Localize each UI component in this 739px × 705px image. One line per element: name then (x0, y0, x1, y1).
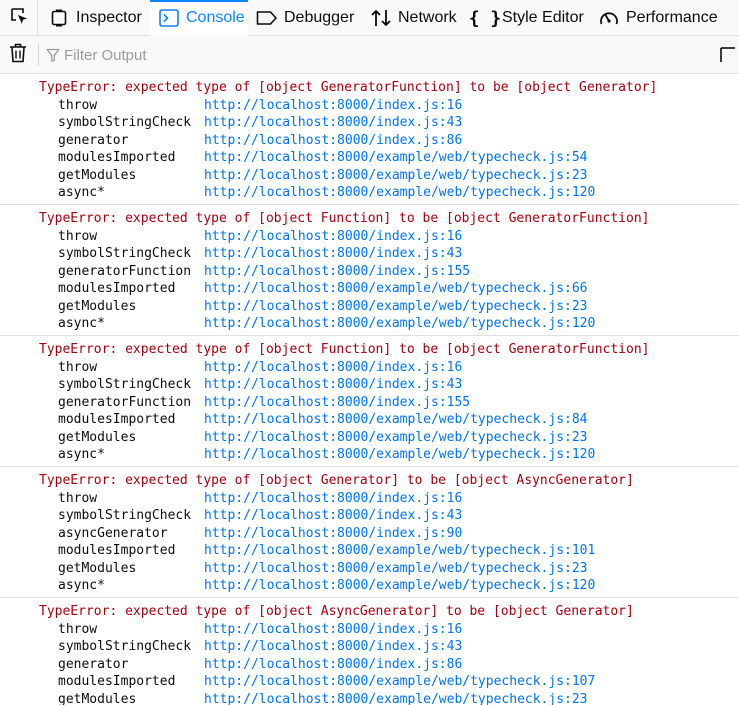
tab-label: Network (398, 9, 457, 26)
stack-frame-source-link[interactable]: http://localhost:8000/example/web/typech… (204, 446, 595, 464)
filter-output-input[interactable] (64, 46, 644, 64)
toolbar-divider (38, 44, 39, 66)
stack-frame-source-link[interactable]: http://localhost:8000/index.js:155 (204, 263, 470, 281)
network-icon (370, 7, 392, 29)
tab-label: Inspector (76, 9, 142, 26)
performance-icon (598, 7, 620, 29)
stack-frame-function: modulesImported (58, 674, 176, 689)
stack-frame-function: throw (58, 621, 98, 637)
tab-console[interactable]: Console (150, 0, 248, 36)
error-message-text: TypeError: expected type of [object Gene… (39, 473, 634, 488)
stack-frame-function: symbolStringCheck (58, 246, 192, 261)
stack-frame-function: symbolStringCheck (58, 115, 192, 130)
stack-frame-function: generator (58, 656, 129, 672)
stack-frame-source-link[interactable]: http://localhost:8000/example/web/typech… (204, 673, 595, 691)
stack-frame-source-link[interactable]: http://localhost:8000/example/web/typech… (204, 577, 595, 595)
stack-frame-function: modulesImported (58, 412, 176, 427)
stack-frame-function: symbolStringCheck (58, 377, 192, 392)
stack-frame-function: getModules (58, 167, 137, 183)
stack-frame-source-link[interactable]: http://localhost:8000/example/web/typech… (204, 315, 595, 333)
stack-frame-source-link[interactable]: http://localhost:8000/index.js:16 (204, 359, 462, 377)
stack-frame-function: async* (58, 316, 105, 331)
error-message-text: TypeError: expected type of [object Func… (39, 342, 650, 357)
stack-frame-function: getModules (58, 298, 137, 314)
stack-frame-source-link[interactable]: http://localhost:8000/example/web/typech… (204, 298, 588, 316)
stack-frame-function: modulesImported (58, 150, 176, 165)
stack-frame-function: async* (58, 185, 105, 200)
stack-frame-source-link[interactable]: http://localhost:8000/example/web/typech… (204, 542, 595, 560)
clear-console-button[interactable] (6, 43, 30, 67)
tab-performance[interactable]: Performance (598, 0, 718, 36)
stack-frame-source-link[interactable]: http://localhost:8000/index.js:43 (204, 638, 462, 656)
tab-label: Debugger (284, 9, 355, 26)
devtools-toolbar: Inspector Console Debugger Network { } S… (0, 0, 739, 36)
element-picker-button[interactable] (0, 0, 38, 36)
stack-frame-function: symbolStringCheck (58, 639, 192, 654)
stack-frame-function: generatorFunction (58, 394, 192, 410)
stack-frame-source-link[interactable]: http://localhost:8000/index.js:16 (204, 490, 462, 508)
stack-frame-function: generatorFunction (58, 263, 192, 279)
stack-frame-function: throw (58, 359, 98, 375)
console-error-message: TypeError: expected type of [object Func… (0, 205, 739, 336)
stack-frame-source-link[interactable]: http://localhost:8000/example/web/typech… (204, 691, 588, 705)
stack-frame-source-link[interactable]: http://localhost:8000/example/web/typech… (204, 560, 588, 578)
stack-frame-source-link[interactable]: http://localhost:8000/index.js:90 (204, 525, 462, 543)
stack-frame-source-link[interactable]: http://localhost:8000/index.js:86 (204, 656, 462, 674)
stack-frame-function: async* (58, 578, 105, 593)
stack-frame-function: asyncGenerator (58, 525, 168, 541)
stack-frame-function: modulesImported (58, 281, 176, 296)
stack-frame-function: async* (58, 447, 105, 462)
stack-frame-source-link[interactable]: http://localhost:8000/example/web/typech… (204, 280, 588, 298)
console-error-message: TypeError: expected type of [object Func… (0, 336, 739, 467)
inspector-icon (48, 7, 70, 29)
trash-icon (9, 43, 27, 68)
stack-frame-function: modulesImported (58, 543, 176, 558)
stack-frame-function: getModules (58, 429, 137, 445)
stack-frame-source-link[interactable]: http://localhost:8000/example/web/typech… (204, 167, 588, 185)
tab-label: Style Editor (502, 9, 584, 26)
error-message-text: TypeError: expected type of [object Gene… (39, 80, 658, 95)
stack-frame-function: getModules (58, 691, 137, 705)
tab-label: Performance (626, 9, 718, 26)
stack-frame-source-link[interactable]: http://localhost:8000/example/web/typech… (204, 149, 588, 167)
stack-frame-function: throw (58, 228, 98, 244)
stack-frame-source-link[interactable]: http://localhost:8000/index.js:43 (204, 245, 462, 263)
console-error-message: TypeError: expected type of [object Gene… (0, 74, 739, 205)
stack-frame-function: generator (58, 132, 129, 148)
stack-frame-source-link[interactable]: http://localhost:8000/example/web/typech… (204, 429, 588, 447)
stack-frame-function: symbolStringCheck (58, 508, 192, 523)
console-error-message: TypeError: expected type of [object Asyn… (0, 598, 739, 705)
tab-network[interactable]: Network (370, 0, 457, 36)
tab-debugger[interactable]: Debugger (256, 0, 354, 36)
style-editor-icon: { } (468, 7, 502, 29)
stack-frame-function: throw (58, 97, 98, 113)
stack-frame-function: throw (58, 490, 98, 506)
stack-frame-source-link[interactable]: http://localhost:8000/index.js:43 (204, 114, 462, 132)
element-picker-icon (9, 6, 29, 31)
stack-frame-source-link[interactable]: http://localhost:8000/index.js:86 (204, 132, 462, 150)
tab-style-editor[interactable]: { } Style Editor (468, 0, 584, 36)
console-filter-bar (0, 36, 739, 74)
error-message-text: TypeError: expected type of [object Asyn… (39, 604, 634, 619)
stack-frame-source-link[interactable]: http://localhost:8000/index.js:16 (204, 228, 462, 246)
console-output: TypeError: expected type of [object Gene… (0, 74, 739, 705)
tab-inspector[interactable]: Inspector (48, 0, 142, 36)
filter-icon (46, 48, 60, 62)
tab-label: Console (186, 9, 245, 26)
console-error-message: TypeError: expected type of [object Gene… (0, 467, 739, 598)
stack-frame-source-link[interactable]: http://localhost:8000/index.js:16 (204, 97, 462, 115)
filter-field[interactable] (46, 43, 686, 67)
stack-frame-source-link[interactable]: http://localhost:8000/index.js:155 (204, 394, 470, 412)
stack-frame-function: getModules (58, 560, 137, 576)
stack-frame-source-link[interactable]: http://localhost:8000/example/web/typech… (204, 184, 595, 202)
stack-frame-source-link[interactable]: http://localhost:8000/index.js:43 (204, 376, 462, 394)
stack-frame-source-link[interactable]: http://localhost:8000/index.js:43 (204, 507, 462, 525)
stack-frame-source-link[interactable]: http://localhost:8000/index.js:16 (204, 621, 462, 639)
split-console-icon (720, 47, 739, 69)
debugger-icon (256, 7, 278, 29)
stack-frame-source-link[interactable]: http://localhost:8000/example/web/typech… (204, 411, 588, 429)
split-console-button[interactable] (720, 45, 739, 65)
error-message-text: TypeError: expected type of [object Func… (39, 211, 650, 226)
console-icon (158, 7, 180, 29)
